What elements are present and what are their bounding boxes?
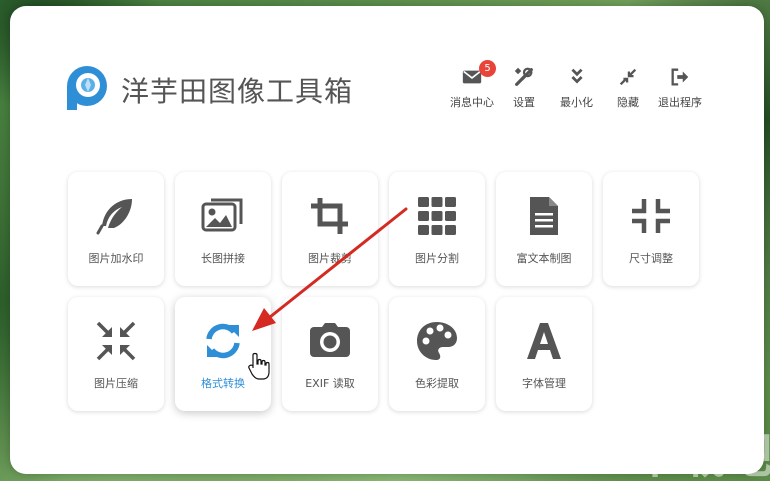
- tool-format-convert[interactable]: 格式转换: [175, 297, 271, 411]
- tool-label: 字体管理: [522, 377, 566, 390]
- images-icon: [201, 198, 243, 232]
- exit-button[interactable]: 退出程序: [658, 66, 702, 116]
- hide-button[interactable]: 隐藏: [617, 66, 639, 116]
- tool-label: 图片压缩: [94, 377, 138, 390]
- tool-resize[interactable]: 尺寸调整: [603, 172, 699, 286]
- app-title: 洋芋田图像工具箱: [121, 75, 354, 108]
- grid-icon: [418, 197, 456, 235]
- tool-compress[interactable]: 图片压缩: [68, 297, 164, 411]
- document-icon: [530, 197, 558, 235]
- settings-label: 设置: [513, 96, 535, 109]
- unread-badge: 5: [479, 60, 496, 77]
- chevrons-down-icon: [570, 68, 583, 84]
- tool-label: 图片裁剪: [308, 252, 352, 265]
- tool-label: 图片分割: [415, 252, 459, 265]
- tool-split[interactable]: 图片分割: [389, 172, 485, 286]
- app-window: 洋芋田图像工具箱 消息中心 5 设置 最小化 隐藏 退出程序 图片加水印 长图拼…: [10, 6, 764, 474]
- message-center-label: 消息中心: [450, 96, 494, 109]
- tool-label: 格式转换: [201, 377, 245, 390]
- refresh-icon: [206, 323, 240, 359]
- hide-label: 隐藏: [617, 96, 639, 109]
- tool-label: 长图拼接: [201, 252, 245, 265]
- tool-label: 图片加水印: [88, 252, 144, 265]
- tool-label: 富文本制图: [516, 252, 572, 265]
- tool-crop[interactable]: 图片裁剪: [282, 172, 378, 286]
- camera-icon: [310, 323, 350, 357]
- watermark: 下载吧: [632, 428, 770, 481]
- settings-button[interactable]: 设置: [513, 66, 535, 116]
- tool-label: 尺寸调整: [629, 252, 673, 265]
- tool-long-image-stitch[interactable]: 长图拼接: [175, 172, 271, 286]
- palette-icon: [417, 322, 457, 360]
- tool-rich-text-image[interactable]: 富文本制图: [496, 172, 592, 286]
- tool-watermark[interactable]: 图片加水印: [68, 172, 164, 286]
- compress-icon: [632, 199, 670, 233]
- tool-label: EXIF 读取: [305, 377, 355, 390]
- message-center-button[interactable]: 消息中心 5: [450, 60, 496, 116]
- tool-exif-read[interactable]: EXIF 读取: [282, 297, 378, 411]
- font-icon: [527, 323, 561, 359]
- sign-out-icon: [671, 68, 689, 86]
- shrink-icon: [96, 321, 136, 361]
- exit-label: 退出程序: [658, 96, 702, 109]
- crop-icon: [311, 198, 348, 234]
- minimize-button[interactable]: 最小化: [560, 66, 593, 116]
- app-logo: [67, 66, 107, 110]
- collapse-arrows-icon: [619, 68, 637, 86]
- tool-color-extract[interactable]: 色彩提取: [389, 297, 485, 411]
- tools-icon: [514, 67, 533, 86]
- tool-font-manager[interactable]: 字体管理: [496, 297, 592, 411]
- minimize-label: 最小化: [560, 96, 593, 109]
- feather-icon: [96, 199, 132, 235]
- tool-label: 色彩提取: [415, 377, 459, 390]
